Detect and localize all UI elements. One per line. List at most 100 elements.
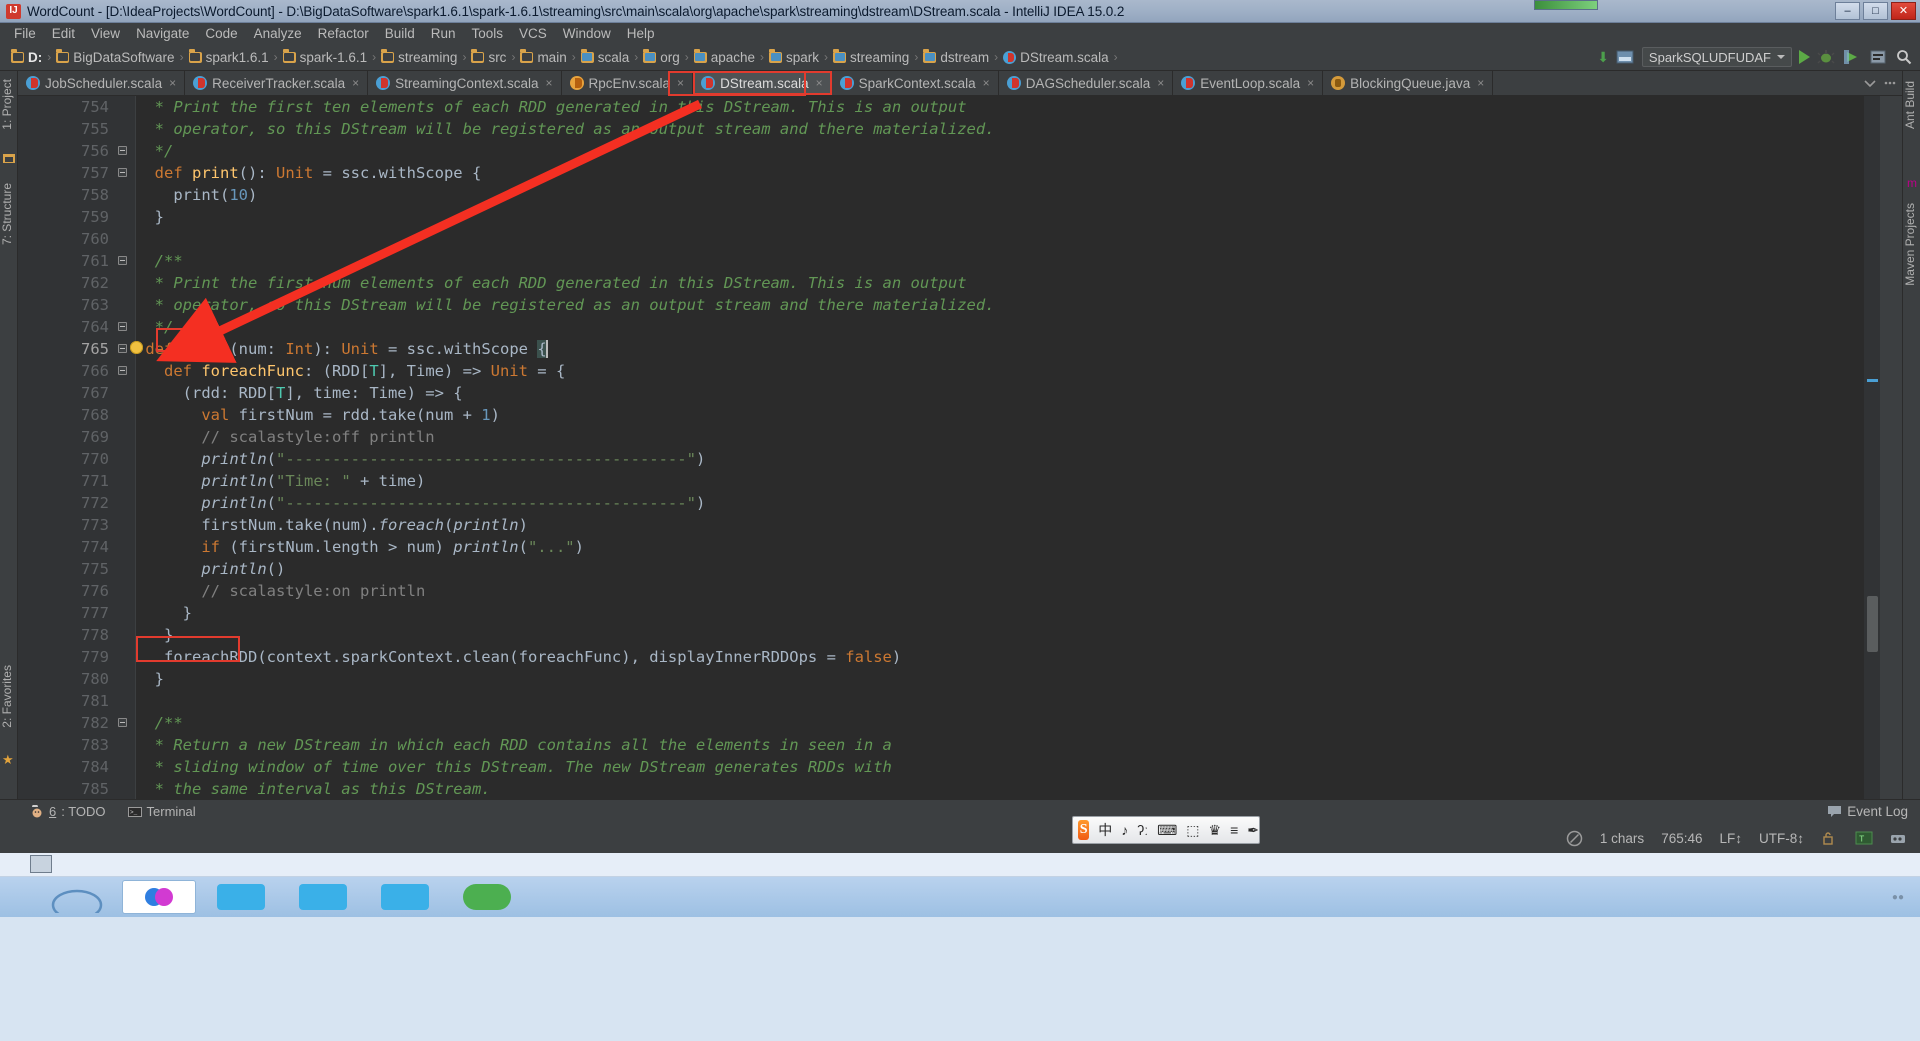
gutter-row[interactable]: 754: [18, 96, 135, 118]
gutter-row[interactable]: 761: [18, 250, 135, 272]
gutter-row[interactable]: 768: [18, 404, 135, 426]
gutter-row[interactable]: 778: [18, 624, 135, 646]
menu-item-window[interactable]: Window: [555, 25, 619, 43]
code-line[interactable]: * operator, so this DStream will be regi…: [136, 118, 1864, 140]
code-line[interactable]: /**: [136, 712, 1864, 734]
close-icon[interactable]: ×: [1477, 76, 1484, 90]
gutter-row[interactable]: 783: [18, 734, 135, 756]
tool-window-terminal[interactable]: >_ Terminal: [127, 804, 196, 819]
tab-dstreamscala[interactable]: DStream.scala ×: [693, 71, 832, 95]
tab-sparkcontextscala[interactable]: SparkContext.scala ×: [831, 71, 999, 95]
gutter-row[interactable]: 767: [18, 382, 135, 404]
ime-item-0[interactable]: 中: [1098, 820, 1112, 840]
editor-gutter[interactable]: 754 755 756 757 758 759 760 761 762 763 764 765 766 7…: [18, 96, 143, 799]
fold-marker-icon[interactable]: [118, 146, 127, 155]
sidebar-item-structure[interactable]: 7: Structure: [0, 179, 18, 249]
update-project-icon[interactable]: ⬇: [1597, 50, 1609, 64]
breadcrumb-item-bigdatasoftware[interactable]: BigDataSoftware: [53, 46, 177, 68]
gutter-row[interactable]: 785: [18, 778, 135, 799]
run-configuration-selector[interactable]: SparkSQLUDFUDAF: [1641, 47, 1792, 67]
tab-streamingcontextscala[interactable]: StreamingContext.scala ×: [368, 71, 562, 95]
gutter-row[interactable]: 780: [18, 668, 135, 690]
status-encoding[interactable]: UTF-8↕: [1759, 831, 1804, 846]
project-icon[interactable]: [2, 151, 16, 165]
menu-item-vcs[interactable]: VCS: [511, 25, 555, 43]
code-line[interactable]: println(): [136, 558, 1864, 580]
toolbar-icon-group[interactable]: [1616, 48, 1635, 67]
editor-marker-scrollbar[interactable]: [1864, 96, 1880, 799]
breadcrumb-item-spark[interactable]: spark: [766, 46, 822, 68]
gutter-row[interactable]: 776: [18, 580, 135, 602]
menu-item-help[interactable]: Help: [619, 25, 663, 43]
code-line[interactable]: * the same interval as this DStream.: [136, 778, 1864, 799]
fold-marker-icon[interactable]: [118, 256, 127, 265]
code-line[interactable]: println("-------------------------------…: [136, 492, 1864, 514]
run-button[interactable]: [1799, 50, 1810, 64]
run-with-coverage-button[interactable]: [1843, 48, 1862, 67]
gutter-row[interactable]: 755: [18, 118, 135, 140]
code-line[interactable]: def print(num: Int): Unit = ssc.withScop…: [136, 338, 1864, 360]
close-icon[interactable]: ×: [677, 76, 684, 90]
code-line[interactable]: */: [136, 140, 1864, 162]
ime-item-2[interactable]: ʔː: [1137, 822, 1148, 838]
breadcrumb-item-dstreamscala[interactable]: DStream.scala: [1000, 46, 1112, 68]
gutter-row[interactable]: 781: [18, 690, 135, 712]
code-line[interactable]: /**: [136, 250, 1864, 272]
breadcrumb-item-d[interactable]: D:: [8, 46, 45, 68]
search-everywhere-icon[interactable]: [1895, 48, 1914, 67]
ime-language-bar[interactable]: S 中 ♪ ʔː ⌨ ⬚ ♛ ≡ ✒: [1072, 816, 1260, 844]
code-line[interactable]: * sliding window of time over this DStre…: [136, 756, 1864, 778]
ime-item-5[interactable]: ♛: [1209, 822, 1222, 839]
menu-item-navigate[interactable]: Navigate: [128, 25, 197, 43]
breadcrumb-item-main[interactable]: main: [517, 46, 569, 68]
minimize-button[interactable]: –: [1835, 2, 1860, 20]
close-icon[interactable]: ×: [545, 76, 552, 90]
menu-item-run[interactable]: Run: [423, 25, 464, 43]
sidebar-item-ant-build[interactable]: Ant Build: [1903, 77, 1920, 133]
code-line[interactable]: */: [136, 316, 1864, 338]
debug-button[interactable]: [1817, 48, 1836, 67]
code-line[interactable]: }: [136, 668, 1864, 690]
tab-receivertrackerscala[interactable]: ReceiverTracker.scala ×: [185, 71, 369, 95]
fold-marker-icon[interactable]: [118, 366, 127, 375]
gutter-row[interactable]: 775: [18, 558, 135, 580]
code-line[interactable]: * Return a new DStream in which each RDD…: [136, 734, 1864, 756]
code-line[interactable]: * Print the first ten elements of each R…: [136, 96, 1864, 118]
close-button[interactable]: ✕: [1891, 2, 1916, 20]
event-log-button[interactable]: Event Log: [1827, 804, 1920, 819]
taskbar-app-blue-2[interactable]: [286, 880, 360, 914]
gutter-row[interactable]: 757: [18, 162, 135, 184]
gutter-row[interactable]: 760: [18, 228, 135, 250]
gutter-row[interactable]: 764: [18, 316, 135, 338]
fold-marker-icon[interactable]: [118, 344, 127, 353]
fold-marker-icon[interactable]: [118, 322, 127, 331]
code-line[interactable]: [136, 690, 1864, 712]
tab-blockingqueuejava[interactable]: BlockingQueue.java ×: [1323, 71, 1494, 95]
breadcrumb-item-streaming[interactable]: streaming: [378, 46, 460, 68]
start-orb-icon[interactable]: [40, 880, 114, 914]
close-icon[interactable]: ×: [169, 76, 176, 90]
code-line[interactable]: def foreachFunc: (RDD[T], Time) => Unit …: [136, 360, 1864, 382]
gutter-row[interactable]: 771: [18, 470, 135, 492]
taskbar-app-green[interactable]: [450, 880, 524, 914]
menu-item-build[interactable]: Build: [377, 25, 423, 43]
code-line[interactable]: firstNum.take(num).foreach(println): [136, 514, 1864, 536]
tab-jobschedulerscala[interactable]: JobScheduler.scala ×: [18, 71, 186, 95]
sidebar-item-project[interactable]: 1: Project: [0, 75, 18, 134]
sogou-logo-icon[interactable]: S: [1078, 820, 1090, 840]
ime-item-6[interactable]: ≡: [1230, 822, 1238, 838]
code-line[interactable]: }: [136, 624, 1864, 646]
desktop-icon[interactable]: [30, 855, 52, 873]
code-editor[interactable]: 754 755 756 757 758 759 760 761 762 763 764 765 766 7…: [18, 96, 1880, 799]
lock-icon[interactable]: [1821, 830, 1838, 847]
code-line[interactable]: if (firstNum.length > num) println("..."…: [136, 536, 1864, 558]
menu-item-file[interactable]: File: [6, 25, 44, 43]
menu-item-refactor[interactable]: Refactor: [310, 25, 377, 43]
settings-icon[interactable]: [1869, 48, 1888, 67]
code-line[interactable]: // scalastyle:on println: [136, 580, 1864, 602]
breadcrumb-item-dstream[interactable]: dstream: [920, 46, 992, 68]
tab-dagschedulerscala[interactable]: DAGScheduler.scala ×: [998, 71, 1174, 95]
gutter-row[interactable]: 774: [18, 536, 135, 558]
tool-window-todo[interactable]: 6: TODO: [30, 803, 106, 819]
code-line[interactable]: // scalastyle:off println: [136, 426, 1864, 448]
